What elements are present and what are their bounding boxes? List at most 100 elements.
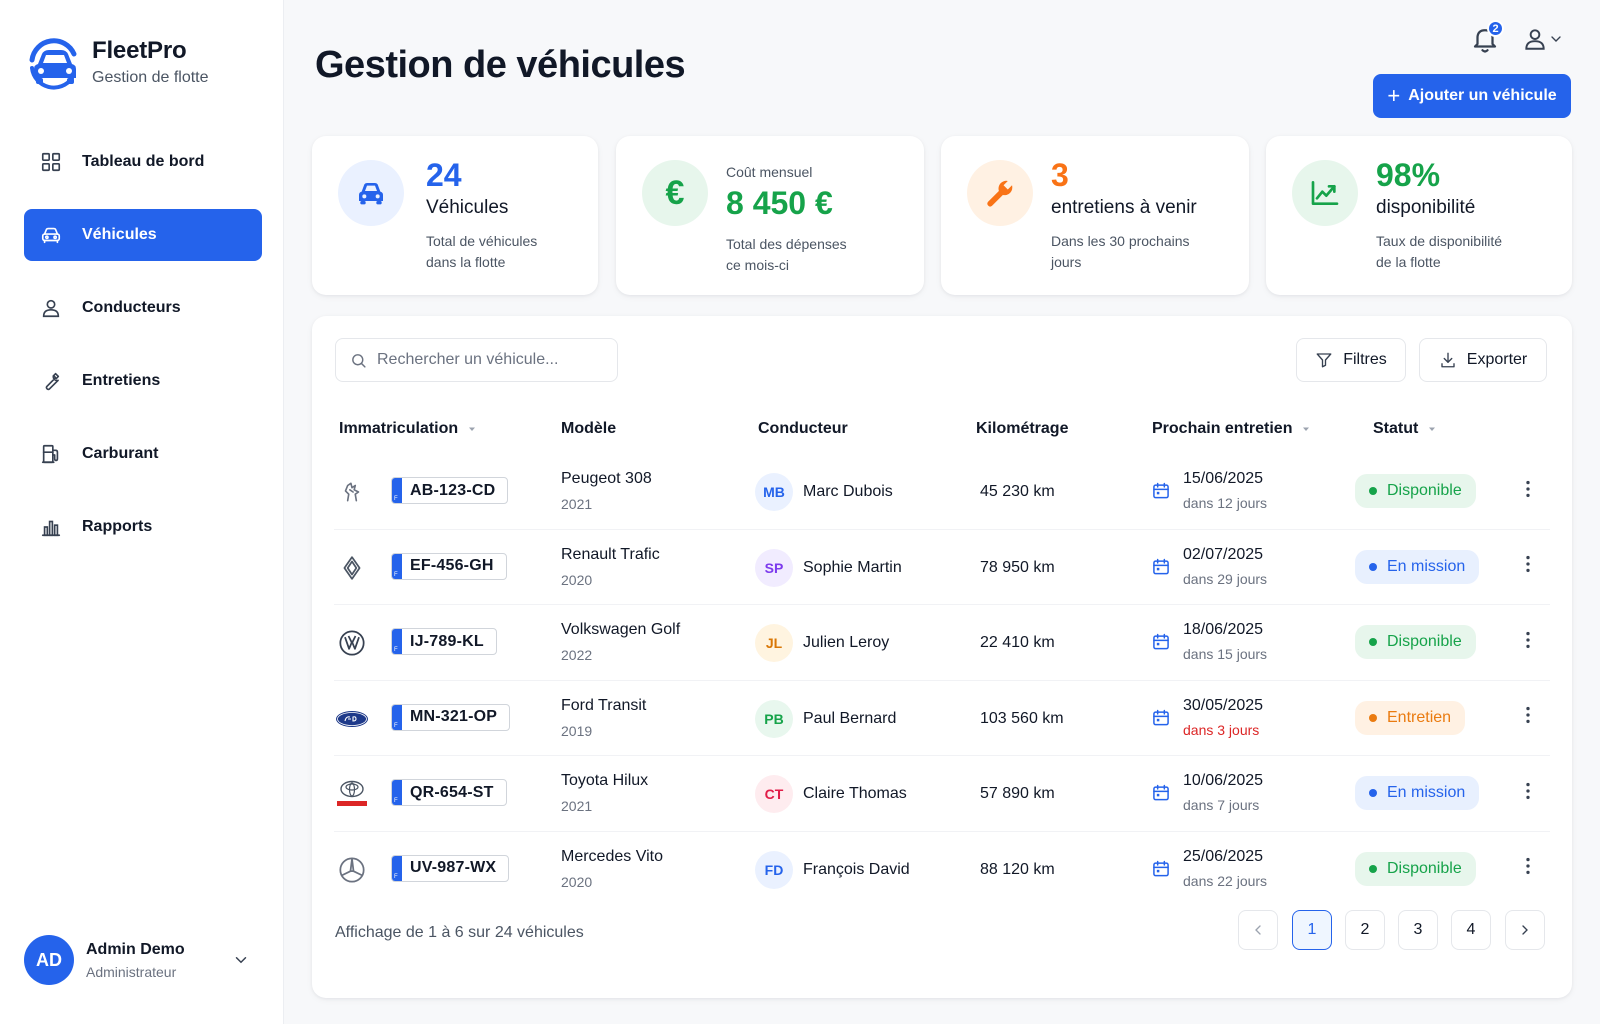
model-year: 2021	[561, 798, 593, 814]
stat-label: Véhicules	[426, 197, 509, 219]
model-year: 2022	[561, 647, 593, 663]
row-actions-button[interactable]	[1516, 630, 1540, 654]
pagination-info: Affichage de 1 à 6 sur 24 véhicules	[335, 924, 584, 941]
column-label: Conducteur	[758, 420, 848, 437]
column-label: Modèle	[561, 420, 617, 437]
maintenance-relative: dans 3 jours	[1183, 721, 1260, 738]
search-box[interactable]	[335, 338, 618, 382]
table-row[interactable]: MN-321-OP Ford Transit 2019 PB Paul Bern…	[312, 679, 1572, 757]
column-header-status[interactable]: Statut	[1373, 420, 1438, 438]
brand[interactable]: FleetPro Gestion de flotte	[24, 34, 209, 90]
column-header-driver: Conducteur	[758, 420, 848, 438]
status-badge: Disponible	[1355, 474, 1476, 508]
status-dot	[1369, 789, 1377, 797]
pagination-page-3[interactable]: 3	[1398, 910, 1438, 950]
ford-logo-icon	[335, 702, 369, 736]
sidebar-item-drivers[interactable]: Conducteurs	[24, 282, 262, 334]
pagination-page-4[interactable]: 4	[1451, 910, 1491, 950]
stat-value: 24	[426, 157, 462, 193]
row-actions-button[interactable]	[1516, 857, 1540, 881]
status-badge: Disponible	[1355, 625, 1476, 659]
driver-cell[interactable]: PB Paul Bernard	[755, 699, 896, 738]
chevron-down-icon[interactable]	[232, 951, 250, 969]
stat-icon-wrap	[967, 160, 1033, 226]
pagination-page-1[interactable]: 1	[1292, 910, 1332, 950]
notifications-button[interactable]: 2	[1470, 20, 1504, 54]
calendar-icon	[1151, 772, 1183, 813]
toyota-logo-icon	[335, 777, 369, 811]
add-vehicle-button[interactable]: + Ajouter un véhicule	[1373, 74, 1571, 118]
table-row[interactable]: EF-456-GH Renault Trafic 2020 SP Sophie …	[312, 528, 1572, 606]
license-plate: MN-321-OP	[391, 703, 511, 731]
vehicle-model: Toyota Hilux 2021	[561, 772, 648, 814]
table-header: Immatriculation Modèle Conducteur Kilomé…	[312, 410, 1572, 450]
sidebar-item-label: Rapports	[82, 518, 153, 535]
notification-badge: 2	[1487, 20, 1504, 37]
column-header-mileage: Kilométrage	[976, 420, 1068, 438]
driver-name: François David	[803, 860, 910, 878]
stat-card-vehicles: 24 Véhicules Total de véhicules dans la …	[312, 136, 598, 295]
vehicle-model: Ford Transit 2019	[561, 697, 646, 739]
table-row[interactable]: AB-123-CD Peugeot 308 2021 MB Marc Duboi…	[312, 453, 1572, 530]
avatar: FD	[755, 850, 793, 889]
calendar-icon	[1151, 546, 1183, 587]
eu-flag-icon	[392, 478, 402, 503]
sidebar-item-dashboard[interactable]: Tableau de bord	[24, 136, 262, 188]
stat-card-maintenance: 3 entretiens à venir Dans les 30 prochai…	[941, 136, 1249, 295]
sidebar-item-maintenance[interactable]: Entretiens	[24, 355, 262, 407]
sidebar-item-reports[interactable]: Rapports	[24, 501, 262, 553]
search-input[interactable]	[377, 351, 607, 369]
driver-name: Julien Leroy	[803, 634, 890, 651]
driver-cell[interactable]: FD François David	[755, 850, 910, 889]
more-vertical-icon	[1517, 629, 1539, 656]
mileage: 103 560 km	[980, 709, 1064, 727]
mileage: 88 120 km	[980, 860, 1055, 878]
row-actions-button[interactable]	[1516, 706, 1540, 730]
pagination-page-2[interactable]: 2	[1345, 910, 1385, 950]
next-maintenance: 02/07/2025 dans 29 jours	[1151, 546, 1267, 587]
table-row[interactable]: QR-654-ST Toyota Hilux 2021 CT Claire Th…	[312, 755, 1572, 832]
sidebar-item-vehicles[interactable]: Véhicules	[24, 209, 262, 261]
more-vertical-icon	[1517, 478, 1539, 505]
stat-card-cost: € Coût mensuel 8 450 € Total des dépense…	[616, 136, 924, 295]
row-actions-button[interactable]	[1516, 479, 1540, 503]
wrench-icon	[45, 372, 60, 391]
pagination-next-button[interactable]	[1505, 910, 1545, 950]
maintenance-date: 10/06/2025	[1183, 772, 1264, 789]
driver-cell[interactable]: MB Marc Dubois	[755, 473, 893, 511]
model-name: Ford Transit	[561, 696, 647, 714]
sidebar-item-label: Entretiens	[82, 372, 161, 389]
license-plate: IJ-789-KL	[391, 628, 497, 655]
table-row[interactable]: IJ-789-KL Volkswagen Golf 2022 JL Julien…	[312, 604, 1572, 681]
sort-icon	[469, 427, 476, 431]
car-icon	[41, 227, 61, 244]
eu-flag-icon	[392, 629, 402, 654]
status-label: En mission	[1387, 784, 1466, 801]
column-header-model: Modèle	[561, 420, 616, 438]
maintenance-relative: dans 7 jours	[1183, 797, 1260, 813]
row-actions-button[interactable]	[1516, 555, 1540, 579]
profile-button[interactable]	[1522, 24, 1572, 54]
driver-cell[interactable]: JL Julien Leroy	[755, 624, 889, 662]
status-label: Disponible	[1387, 859, 1462, 877]
export-button[interactable]: Exporter	[1419, 338, 1547, 382]
pagination-prev-button[interactable]	[1238, 910, 1278, 950]
column-header-plate[interactable]: Immatriculation	[339, 420, 478, 438]
table-row[interactable]: UV-987-WX Mercedes Vito 2020 FD François…	[312, 830, 1572, 908]
mercedes-logo-icon	[335, 853, 369, 887]
column-header-next-maintenance[interactable]: Prochain entretien	[1152, 420, 1312, 438]
status-label: En mission	[1387, 557, 1466, 575]
next-maintenance: 25/06/2025 dans 22 jours	[1151, 848, 1267, 889]
sidebar-item-fuel[interactable]: Carburant	[24, 428, 262, 480]
filters-button[interactable]: Filtres	[1296, 338, 1406, 382]
license-plate: AB-123-CD	[391, 477, 509, 504]
row-actions-button[interactable]	[1516, 781, 1540, 805]
sidebar: FleetPro Gestion de flotte Tableau de bo…	[0, 0, 284, 1024]
status-dot	[1369, 487, 1377, 495]
user-menu[interactable]: AD Admin Demo Administrateur	[24, 934, 262, 986]
row-divider	[334, 679, 1550, 681]
driver-cell[interactable]: CT Claire Thomas	[755, 775, 907, 813]
more-vertical-icon	[1517, 704, 1539, 731]
volkswagen-logo-icon	[335, 626, 369, 660]
driver-cell[interactable]: SP Sophie Martin	[755, 548, 902, 587]
